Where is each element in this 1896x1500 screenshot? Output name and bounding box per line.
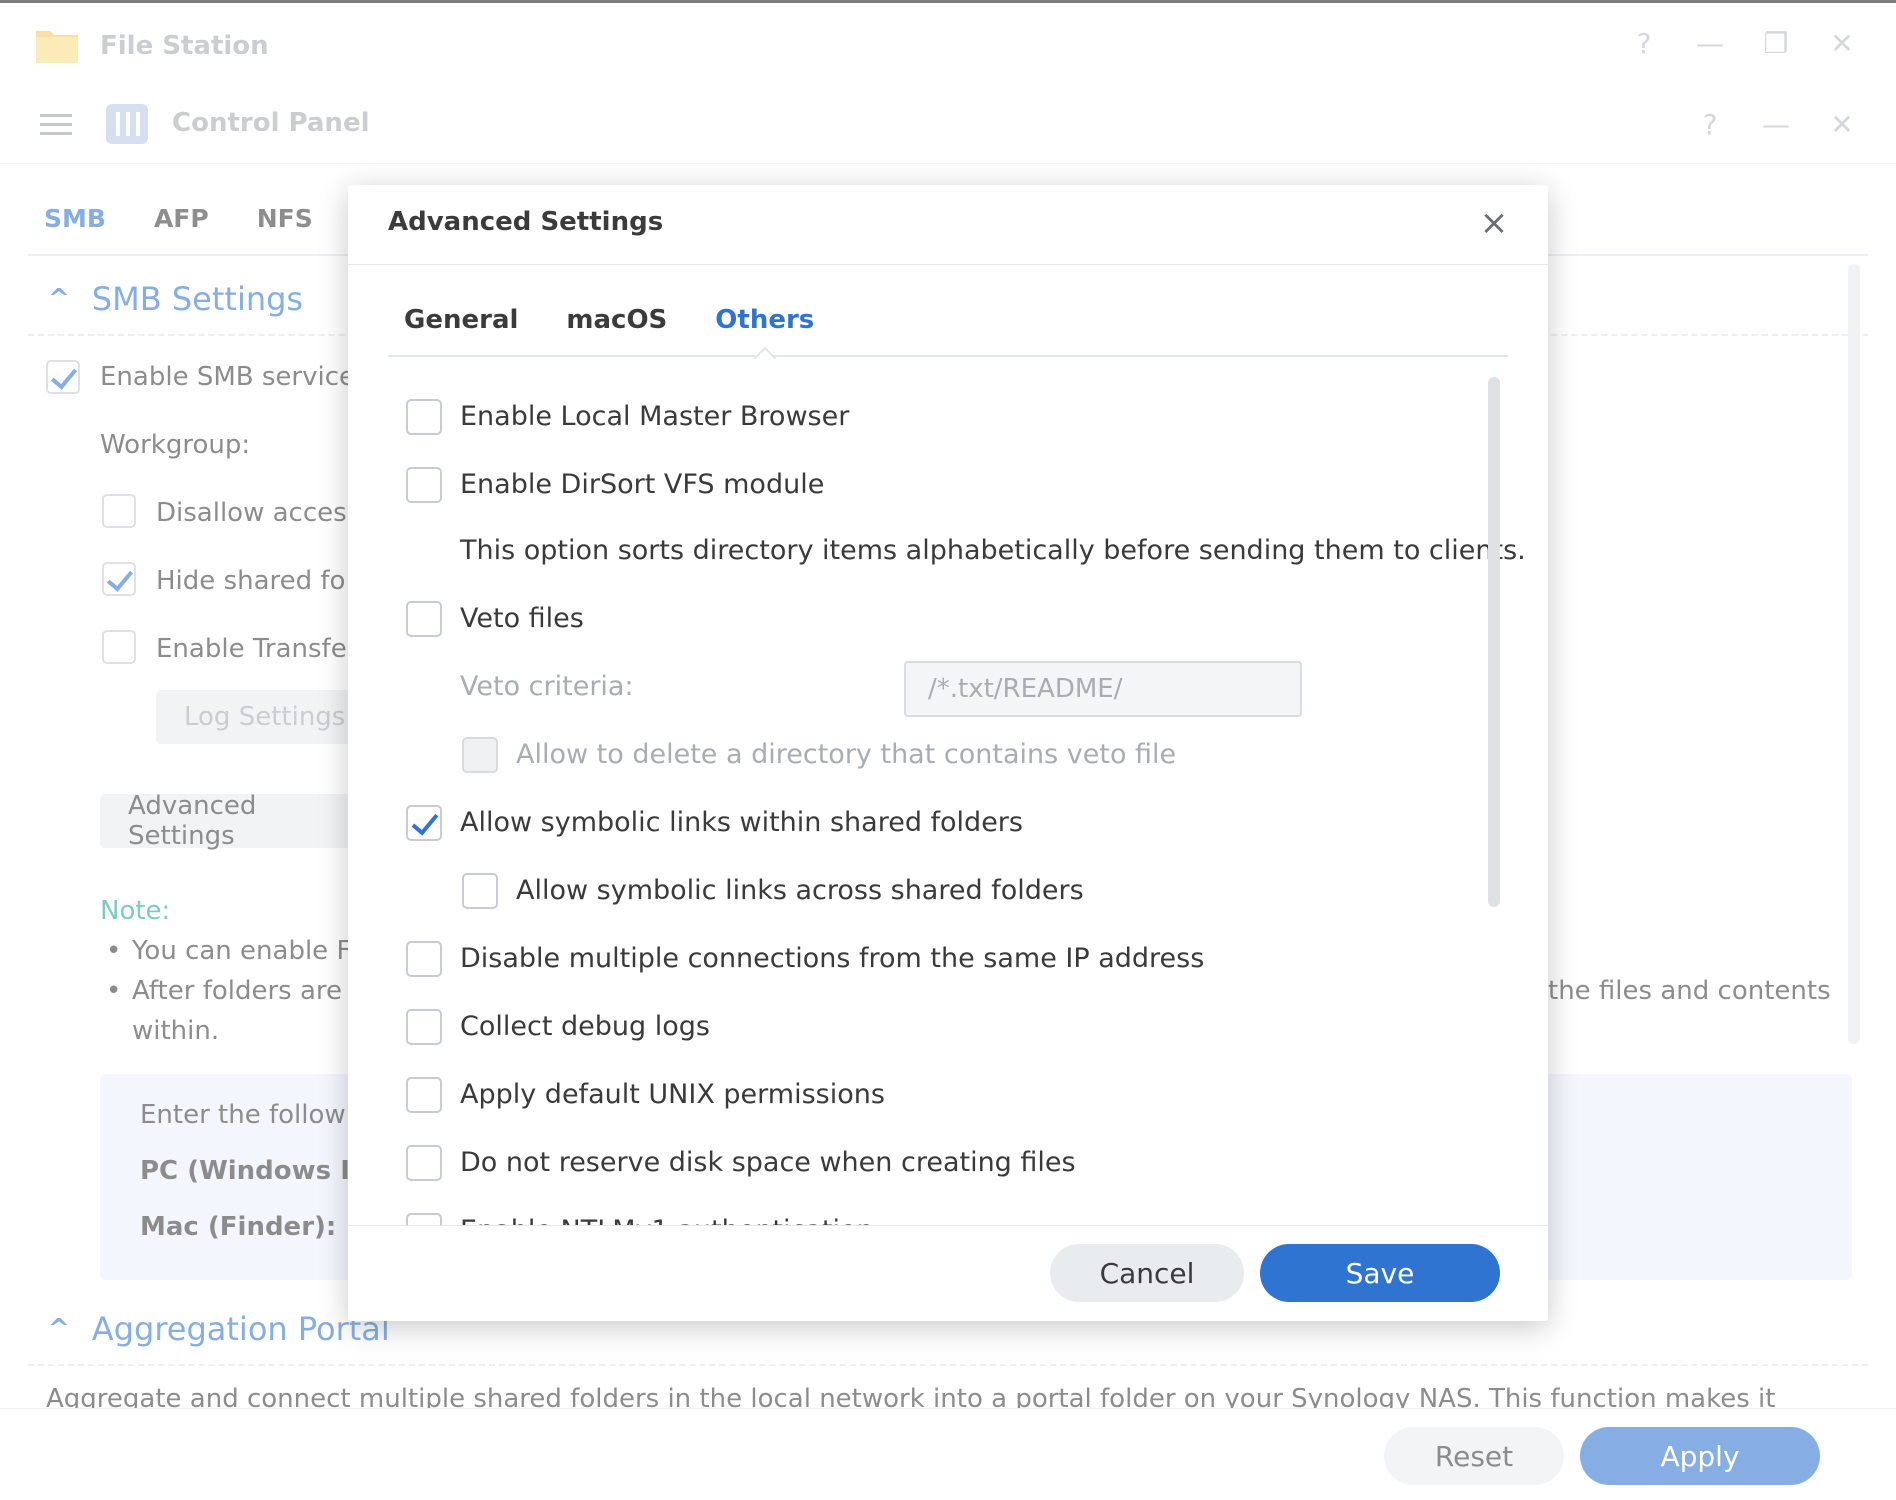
dirsort-label: Enable DirSort VFS module [460,469,825,500]
dialog-footer: Cancel Save [348,1225,1548,1321]
local-master-browser-label: Enable Local Master Browser [460,401,850,432]
tab-macos[interactable]: macOS [566,305,667,355]
cancel-button[interactable]: Cancel [1050,1244,1244,1302]
symlinks-within-label: Allow symbolic links within shared folde… [460,807,1023,838]
dialog-tabs: General macOS Others [388,305,1508,357]
dialog-title: Advanced Settings [388,207,664,237]
symlinks-across-label: Allow symbolic links across shared folde… [516,875,1084,906]
debug-logs-checkbox[interactable] [406,1009,442,1045]
unix-permissions-label: Apply default UNIX permissions [460,1079,885,1110]
ntlmv1-checkbox[interactable] [406,1213,442,1225]
veto-criteria-input[interactable]: /*.txt/README/ [904,661,1302,717]
no-reserve-disk-checkbox[interactable] [406,1145,442,1181]
veto-delete-checkbox[interactable] [462,737,498,773]
close-icon[interactable]: × [1476,205,1512,241]
no-reserve-disk-label: Do not reserve disk space when creating … [460,1147,1076,1178]
dialog-header: Advanced Settings × [348,185,1548,265]
symlinks-across-checkbox[interactable] [462,873,498,909]
disable-multi-connections-label: Disable multiple connections from the sa… [460,943,1205,974]
symlinks-within-checkbox[interactable] [406,805,442,841]
veto-files-label: Veto files [460,603,584,634]
veto-files-checkbox[interactable] [406,601,442,637]
advanced-settings-dialog: Advanced Settings × General macOS Others… [348,185,1548,1321]
ntlmv1-label: Enable NTLMv1 authentication [460,1215,874,1225]
dialog-scrollbar[interactable] [1488,377,1500,907]
unix-permissions-checkbox[interactable] [406,1077,442,1113]
dirsort-description: This option sorts directory items alphab… [460,535,1526,566]
local-master-browser-checkbox[interactable] [406,399,442,435]
veto-delete-label: Allow to delete a directory that contain… [516,739,1177,770]
save-button[interactable]: Save [1260,1244,1500,1302]
tab-general[interactable]: General [404,305,518,355]
veto-criteria-label: Veto criteria: [460,671,634,702]
dirsort-checkbox[interactable] [406,467,442,503]
tab-others[interactable]: Others [715,305,814,355]
debug-logs-label: Collect debug logs [460,1011,710,1042]
disable-multi-connections-checkbox[interactable] [406,941,442,977]
